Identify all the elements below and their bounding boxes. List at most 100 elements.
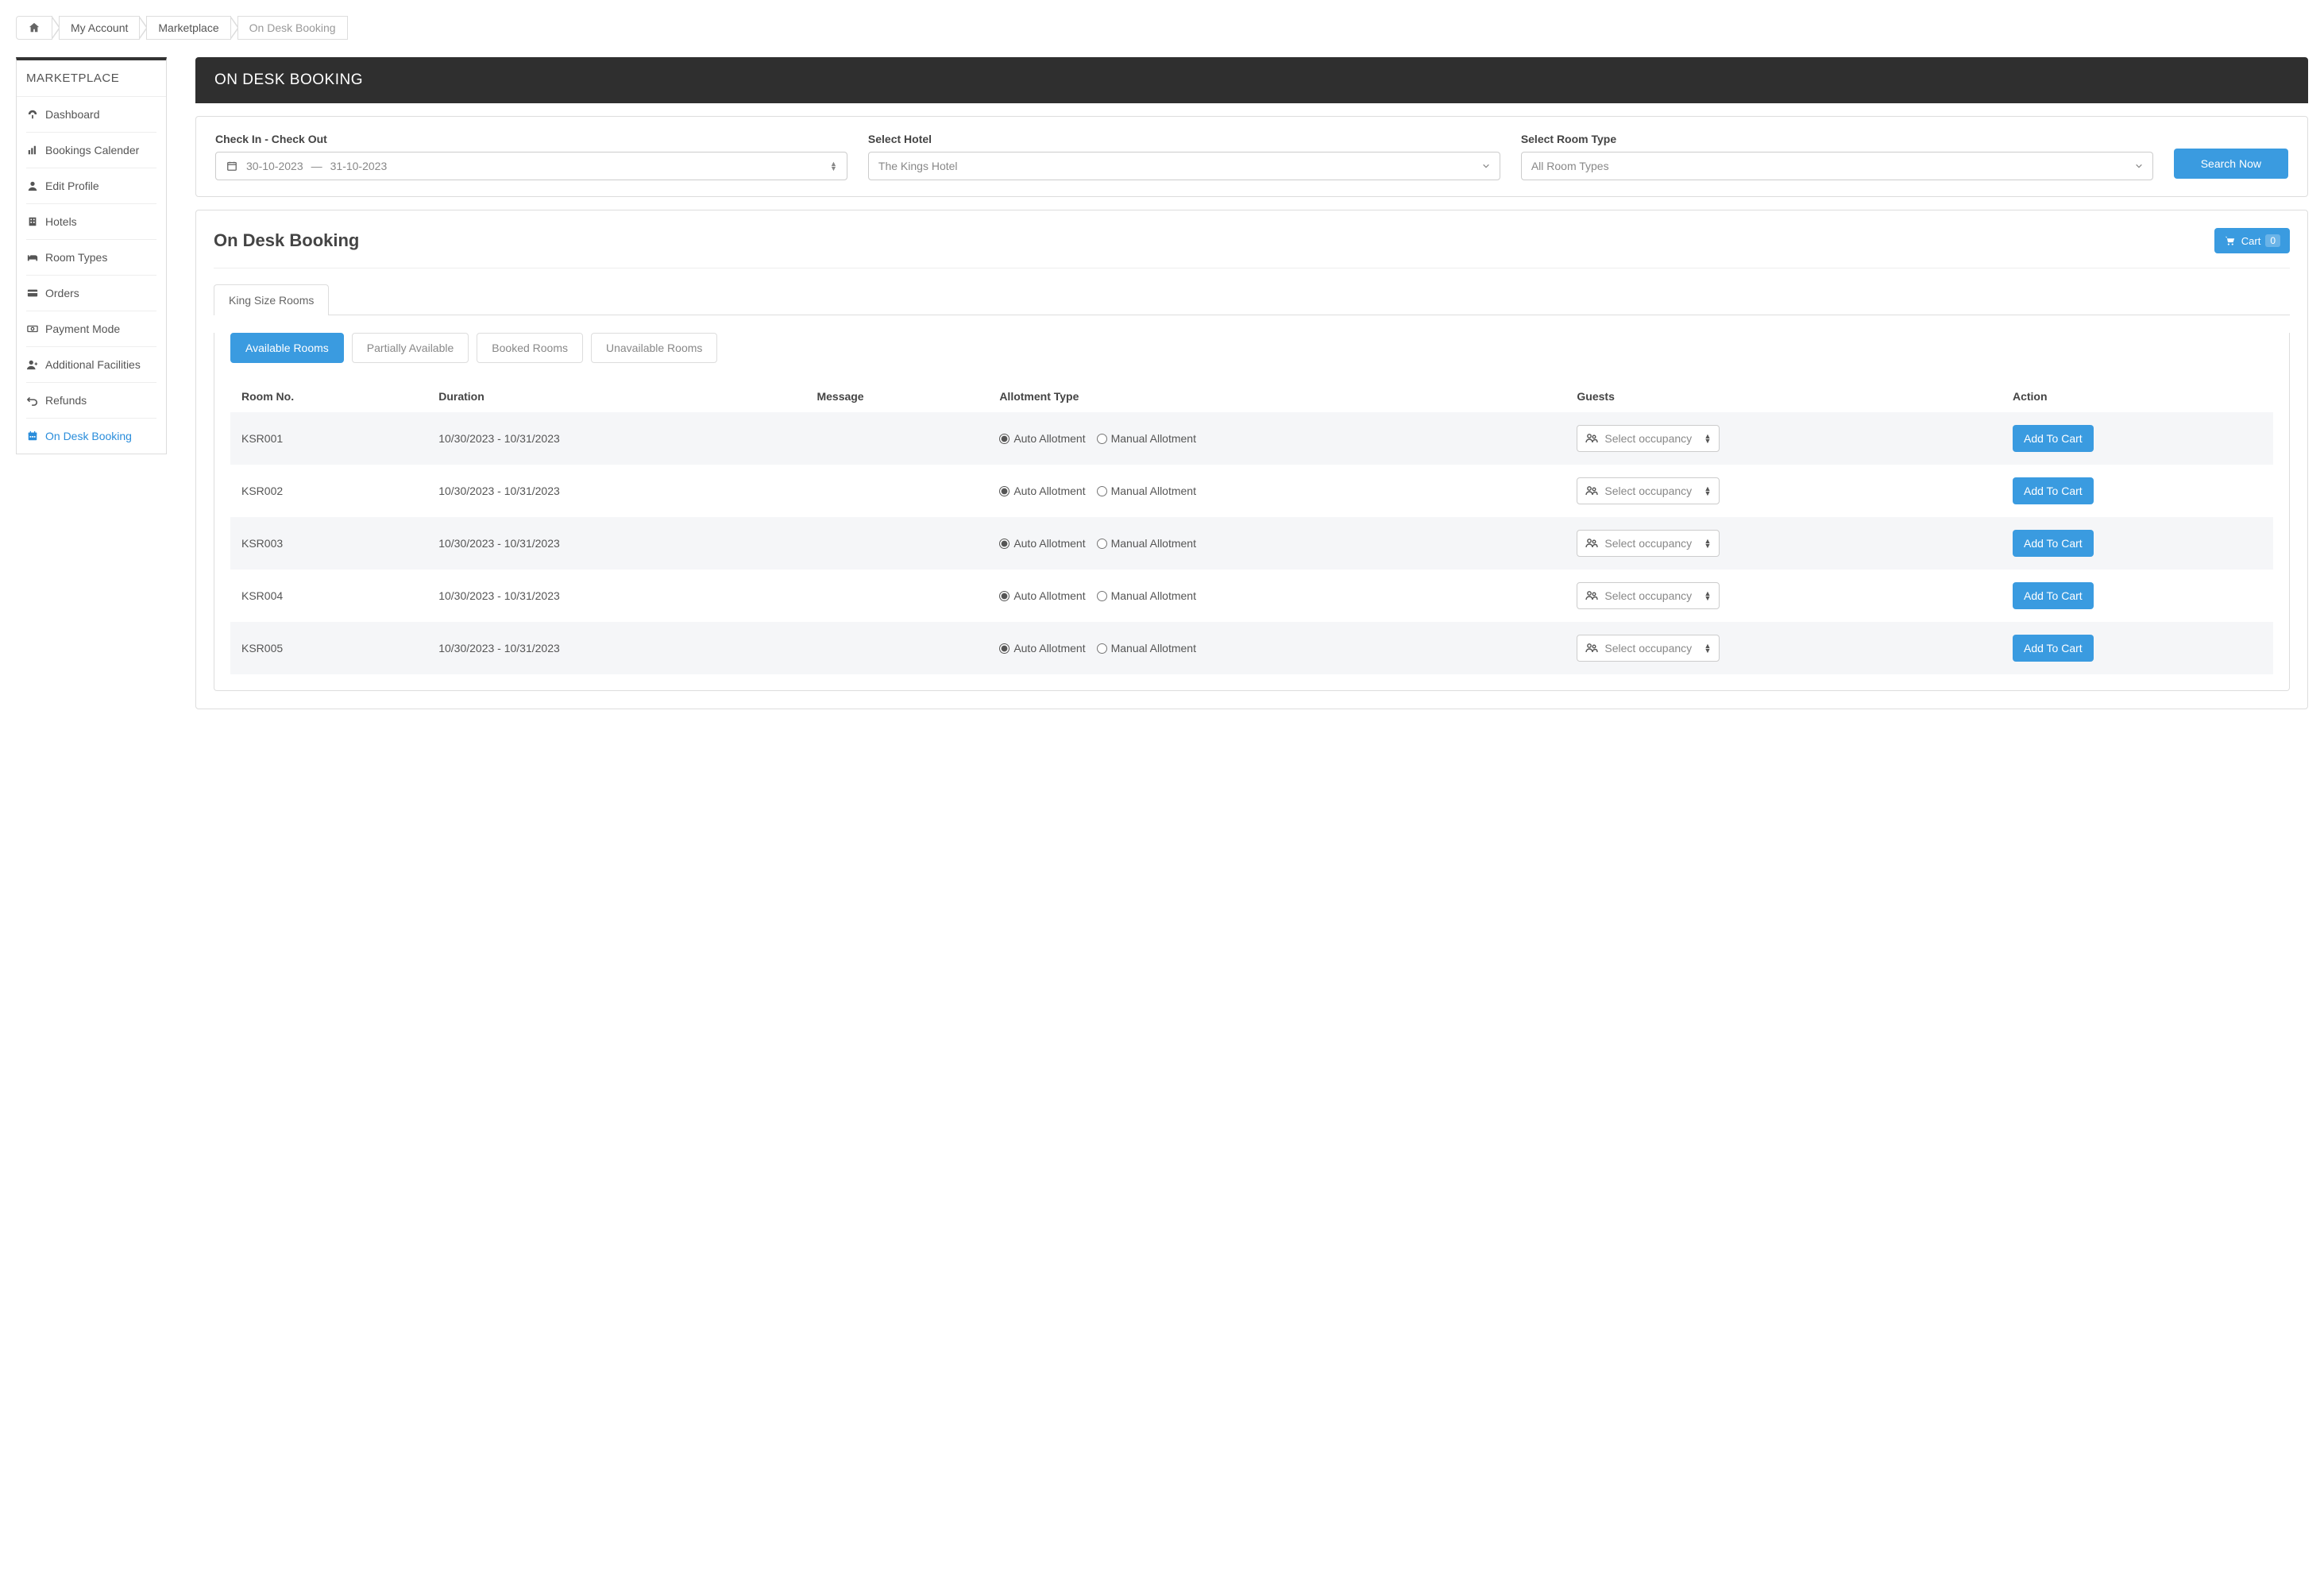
building-icon <box>26 215 39 228</box>
occupancy-select[interactable]: Select occupancy ▲▼ <box>1577 635 1720 662</box>
date-from: 30-10-2023 <box>246 160 303 172</box>
radio-manual-allotment[interactable]: Manual Allotment <box>1097 432 1196 445</box>
pill-available-rooms[interactable]: Available Rooms <box>230 333 344 363</box>
chevron-down-icon <box>1482 160 1490 172</box>
occupancy-select[interactable]: Select occupancy ▲▼ <box>1577 425 1720 452</box>
breadcrumb: My Account Marketplace On Desk Booking <box>16 16 2308 40</box>
guests-icon <box>1585 642 1598 654</box>
radio-input[interactable] <box>999 434 1010 444</box>
guests-icon <box>1585 485 1598 497</box>
radio-auto-allotment[interactable]: Auto Allotment <box>999 589 1085 602</box>
undo-icon <box>26 394 39 407</box>
radio-input[interactable] <box>1097 539 1107 549</box>
sidebar-item-label: Bookings Calender <box>45 144 139 156</box>
radio-manual-allotment[interactable]: Manual Allotment <box>1097 589 1196 602</box>
table-row: KSR00210/30/2023 - 10/31/2023 Auto Allotm… <box>230 465 2273 517</box>
add-to-cart-button[interactable]: Add To Cart <box>2013 582 2094 609</box>
cell-message <box>805 517 988 570</box>
sidebar-item-on-desk-booking[interactable]: On Desk Booking <box>26 419 156 454</box>
add-to-cart-button[interactable]: Add To Cart <box>2013 635 2094 662</box>
date-range-input[interactable]: 30-10-2023 — 31-10-2023 ▲▼ <box>215 152 847 180</box>
occupancy-placeholder: Select occupancy <box>1604 589 1692 602</box>
cell-allotment: Auto Allotment Manual Allotment <box>988 570 1565 622</box>
radio-auto-allotment[interactable]: Auto Allotment <box>999 432 1085 445</box>
radio-auto-allotment[interactable]: Auto Allotment <box>999 642 1085 654</box>
breadcrumb-my-account[interactable]: My Account <box>59 16 140 40</box>
dashboard-icon <box>26 108 39 121</box>
radio-label: Manual Allotment <box>1111 642 1196 654</box>
pill-booked-rooms[interactable]: Booked Rooms <box>477 333 583 363</box>
radio-manual-allotment[interactable]: Manual Allotment <box>1097 537 1196 550</box>
radio-input[interactable] <box>999 643 1010 654</box>
cell-action: Add To Cart <box>2002 570 2273 622</box>
occupancy-placeholder: Select occupancy <box>1604 432 1692 445</box>
radio-input[interactable] <box>1097 643 1107 654</box>
add-to-cart-button[interactable]: Add To Cart <box>2013 530 2094 557</box>
breadcrumb-home[interactable] <box>16 16 52 40</box>
sidebar-item-orders[interactable]: Orders <box>26 276 156 311</box>
sidebar-item-bookings-calender[interactable]: Bookings Calender <box>26 133 156 168</box>
sidebar-item-hotels[interactable]: Hotels <box>26 204 156 240</box>
room-type-select[interactable]: All Room Types <box>1521 152 2153 180</box>
sidebar: MARKETPLACE Dashboard Bookings Calender Ed… <box>16 57 167 454</box>
cell-message <box>805 622 988 674</box>
pill-partially-available[interactable]: Partially Available <box>352 333 469 363</box>
radio-input[interactable] <box>1097 486 1107 496</box>
col-room-no: Room No. <box>230 380 427 412</box>
radio-input[interactable] <box>999 539 1010 549</box>
cell-duration: 10/30/2023 - 10/31/2023 <box>427 465 805 517</box>
add-to-cart-button[interactable]: Add To Cart <box>2013 425 2094 452</box>
occupancy-placeholder: Select occupancy <box>1604 642 1692 654</box>
radio-input[interactable] <box>1097 434 1107 444</box>
checkin-label: Check In - Check Out <box>215 133 847 145</box>
cell-room-no: KSR001 <box>230 412 427 465</box>
cell-action: Add To Cart <box>2002 465 2273 517</box>
breadcrumb-marketplace[interactable]: Marketplace <box>146 16 230 40</box>
sidebar-item-label: Room Types <box>45 251 107 264</box>
radio-label: Manual Allotment <box>1111 432 1196 445</box>
cell-duration: 10/30/2023 - 10/31/2023 <box>427 412 805 465</box>
hotel-value: The Kings Hotel <box>878 160 958 172</box>
col-message: Message <box>805 380 988 412</box>
sidebar-title: MARKETPLACE <box>17 60 166 97</box>
occupancy-select[interactable]: Select occupancy▲▼ <box>1577 477 1720 504</box>
cart-button[interactable]: Cart 0 <box>2214 228 2290 253</box>
sidebar-item-label: Refunds <box>45 394 87 407</box>
radio-manual-allotment[interactable]: Manual Allotment <box>1097 642 1196 654</box>
cell-room-no: KSR002 <box>230 465 427 517</box>
add-to-cart-button[interactable]: Add To Cart <box>2013 477 2094 504</box>
pill-unavailable-rooms[interactable]: Unavailable Rooms <box>591 333 717 363</box>
tab-king-size-rooms[interactable]: King Size Rooms <box>214 284 329 315</box>
sidebar-item-additional-facilities[interactable]: Additional Facilities <box>26 347 156 383</box>
cash-icon <box>26 322 39 335</box>
cell-allotment: Auto Allotment Manual Allotment <box>988 465 1565 517</box>
sidebar-item-edit-profile[interactable]: Edit Profile <box>26 168 156 204</box>
col-allotment: Allotment Type <box>988 380 1565 412</box>
radio-auto-allotment[interactable]: Auto Allotment <box>999 537 1085 550</box>
occupancy-select[interactable]: Select occupancy▲▼ <box>1577 582 1720 609</box>
sidebar-item-dashboard[interactable]: Dashboard <box>26 97 156 133</box>
results-panel: On Desk Booking Cart 0 King Size Rooms A… <box>195 210 2308 709</box>
radio-label: Auto Allotment <box>1013 432 1085 445</box>
radio-input[interactable] <box>1097 591 1107 601</box>
breadcrumb-on-desk-booking[interactable]: On Desk Booking <box>237 16 348 40</box>
sidebar-item-payment-mode[interactable]: Payment Mode <box>26 311 156 347</box>
cell-allotment: Auto Allotment Manual Allotment <box>988 517 1565 570</box>
radio-auto-allotment[interactable]: Auto Allotment <box>999 485 1085 497</box>
credit-card-icon <box>26 287 39 299</box>
cell-message <box>805 412 988 465</box>
hotel-select[interactable]: The Kings Hotel <box>868 152 1500 180</box>
updown-icon: ▲▼ <box>1704 434 1711 443</box>
sidebar-item-label: Additional Facilities <box>45 358 141 371</box>
sidebar-item-room-types[interactable]: Room Types <box>26 240 156 276</box>
radio-input[interactable] <box>999 486 1010 496</box>
highlight-box <box>16 454 172 496</box>
sidebar-item-label: Orders <box>45 287 79 299</box>
search-button[interactable]: Search Now <box>2174 149 2288 179</box>
radio-manual-allotment[interactable]: Manual Allotment <box>1097 485 1196 497</box>
sidebar-item-refunds[interactable]: Refunds <box>26 383 156 419</box>
occupancy-select[interactable]: Select occupancy▲▼ <box>1577 530 1720 557</box>
updown-icon: ▲▼ <box>1704 643 1711 653</box>
radio-input[interactable] <box>999 591 1010 601</box>
rooms-table: Room No. Duration Message Allotment Type… <box>230 380 2273 674</box>
